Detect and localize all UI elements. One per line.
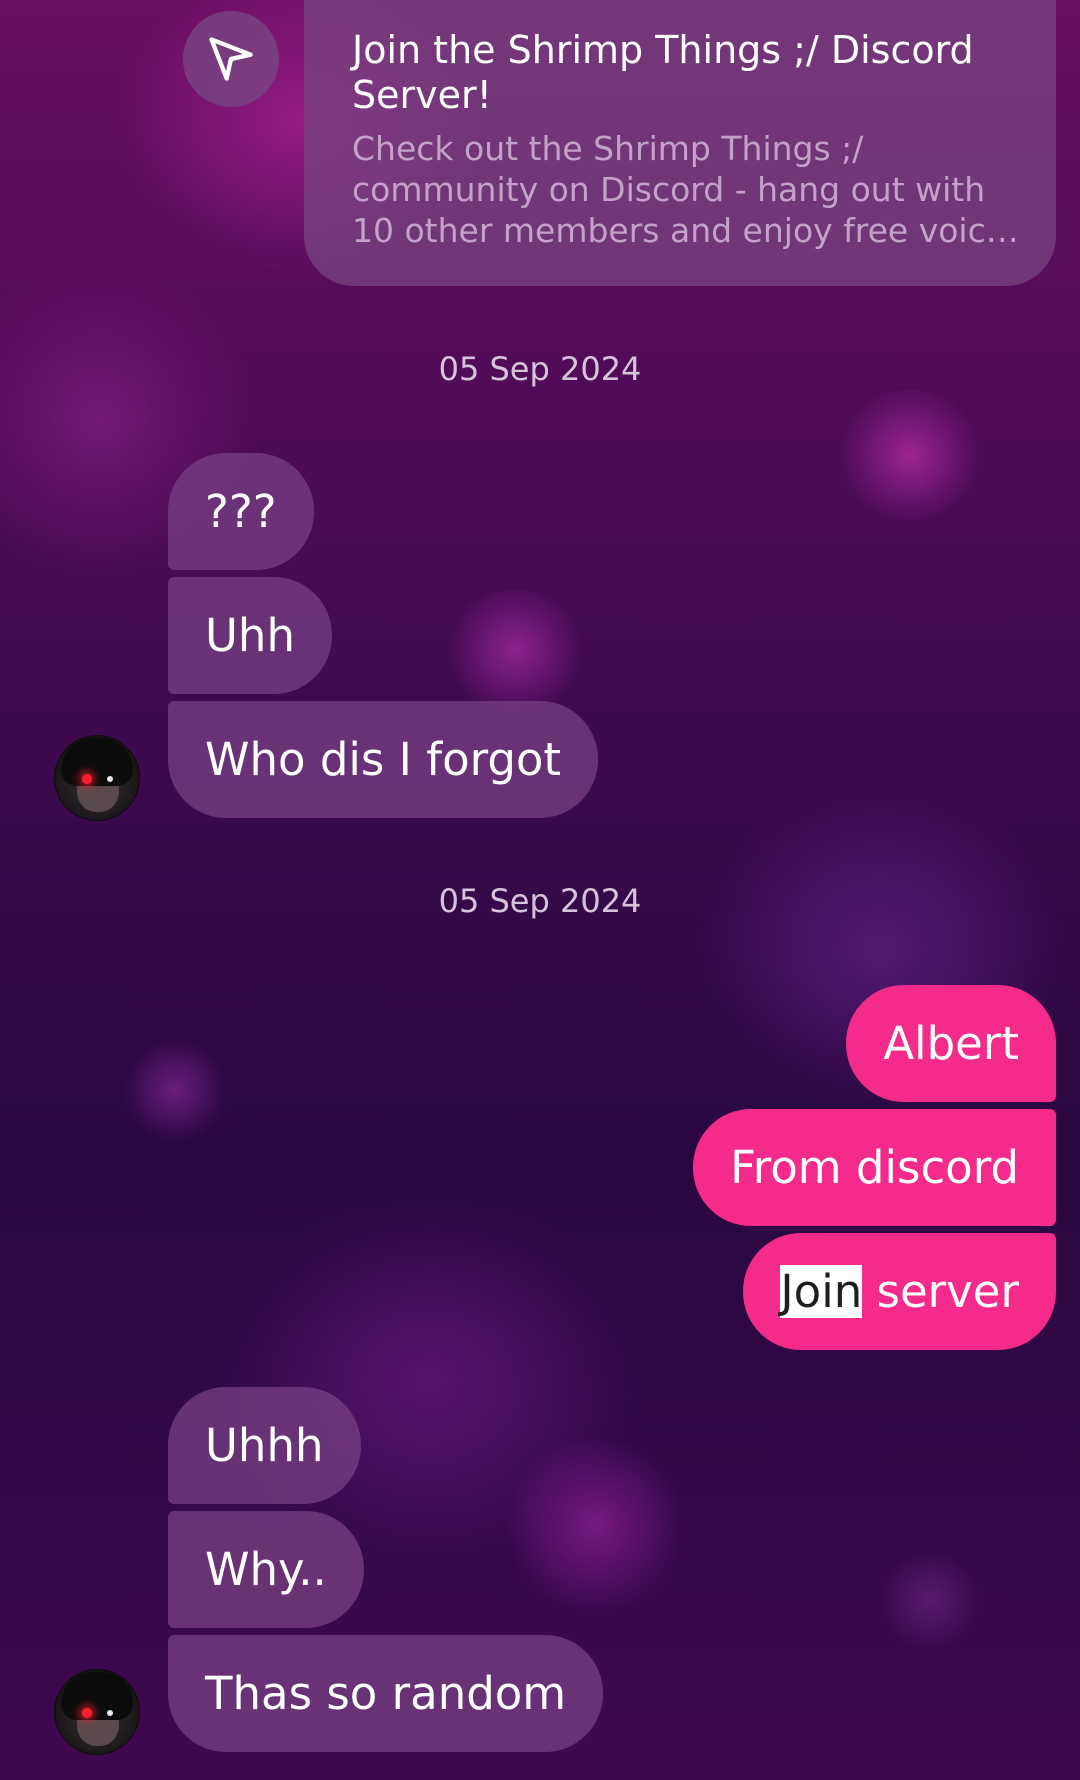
incoming-message[interactable]: Who dis I forgot (168, 701, 599, 818)
avatar-eye (82, 774, 92, 784)
discord-invite-card[interactable]: Join the Shrimp Things ;/ Discord Server… (304, 0, 1056, 286)
avatar-hair (61, 1672, 133, 1720)
heart-decoration (120, 1040, 230, 1140)
date-separator: 05 Sep 2024 (438, 882, 642, 920)
avatar-hair (61, 738, 133, 786)
message-text: server (862, 1265, 1019, 1318)
send-button[interactable] (183, 11, 279, 107)
invite-title: Join the Shrimp Things ;/ Discord Server… (352, 28, 974, 117)
contact-avatar[interactable] (54, 735, 140, 821)
avatar-eye (107, 1710, 113, 1716)
heart-decoration (880, 1550, 980, 1650)
incoming-message[interactable]: Thas so random (168, 1635, 604, 1752)
heart-decoration (500, 1440, 690, 1610)
heart-decoration (440, 590, 590, 710)
outgoing-message[interactable]: From discord (693, 1109, 1056, 1226)
selected-text[interactable]: Join (780, 1265, 863, 1318)
send-icon (209, 37, 253, 81)
avatar-eye (82, 1708, 92, 1718)
incoming-message[interactable]: ??? (168, 453, 314, 570)
invite-description: Check out the Shrimp Things ;/ community… (352, 129, 1019, 250)
date-separator: 05 Sep 2024 (438, 350, 642, 388)
incoming-message[interactable]: Why.. (168, 1511, 364, 1628)
outgoing-message[interactable]: Join server (743, 1233, 1056, 1350)
contact-avatar[interactable] (54, 1669, 140, 1755)
incoming-message[interactable]: Uhh (168, 577, 332, 694)
heart-decoration (835, 390, 985, 520)
avatar-eye (107, 776, 113, 782)
outgoing-message[interactable]: Albert (846, 985, 1056, 1102)
incoming-message[interactable]: Uhhh (168, 1387, 361, 1504)
